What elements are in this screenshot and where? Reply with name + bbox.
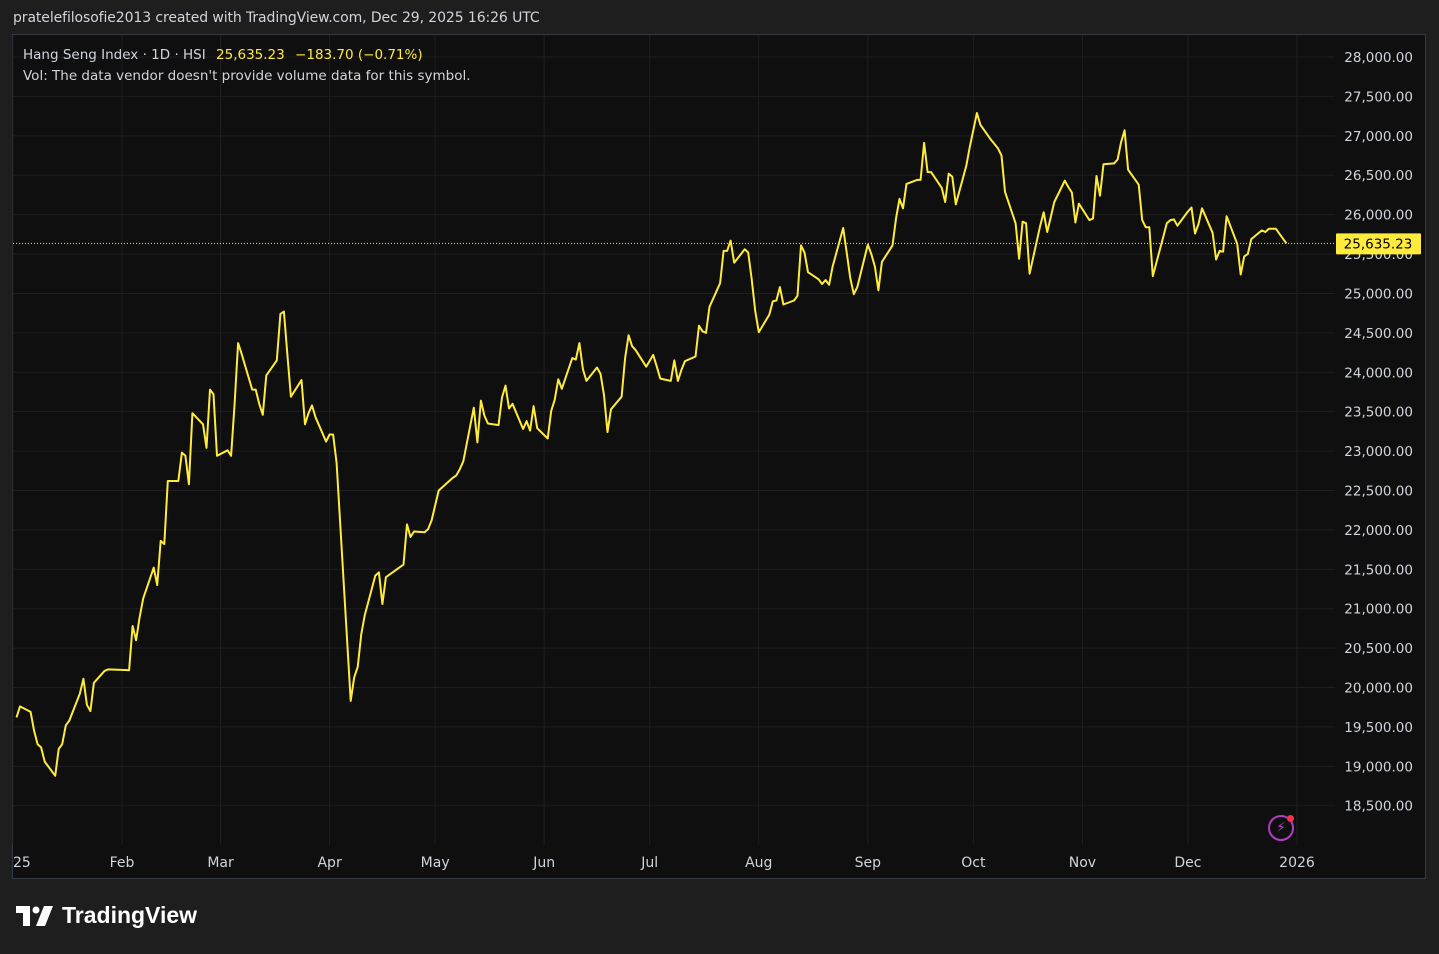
y-tick-label: 20,500.00: [1344, 641, 1413, 657]
notification-dot: [1287, 815, 1294, 822]
chart-legend: Hang Seng Index · 1D · HSI 25,635.23 −18…: [23, 45, 471, 87]
y-tick-label: 27,000.00: [1344, 129, 1413, 145]
y-tick-label: 24,000.00: [1344, 365, 1413, 381]
x-tick-label: Jul: [640, 855, 658, 871]
legend-volume-note: Vol: The data vendor doesn't provide vol…: [23, 68, 471, 84]
legend-symbol: Hang Seng Index · 1D · HSI: [23, 47, 206, 63]
y-tick-label: 22,000.00: [1344, 523, 1413, 539]
time-axis: 25 Feb Mar Apr May Jun Jul Aug Sep Oct Nov Dec 2026: [13, 855, 1315, 871]
plot-background: [13, 35, 1425, 845]
y-tick-label: 19,000.00: [1344, 759, 1413, 775]
y-tick-label: 21,500.00: [1344, 562, 1413, 578]
x-tick-label: Aug: [745, 855, 772, 871]
y-tick-label: 24,500.00: [1344, 326, 1413, 342]
y-tick-label: 27,500.00: [1344, 89, 1413, 105]
x-tick-label: Nov: [1069, 855, 1096, 871]
y-tick-label: 20,000.00: [1344, 681, 1413, 697]
y-tick-label: 19,500.00: [1344, 720, 1413, 736]
x-tick-label: Jun: [532, 855, 555, 871]
x-tick-label: 25: [13, 855, 31, 871]
y-tick-label: 22,500.00: [1344, 483, 1413, 499]
x-tick-label: Apr: [317, 855, 341, 871]
price-chart[interactable]: 28,000.00 27,500.00 27,000.00 26,500.00 26,0…: [0, 0, 1439, 954]
legend-last-price: 25,635.23: [216, 47, 285, 63]
x-tick-label: Oct: [961, 855, 986, 871]
tradingview-brand: TradingView: [16, 902, 197, 929]
y-tick-label: 23,500.00: [1344, 405, 1413, 421]
x-tick-label: Mar: [207, 855, 234, 871]
y-tick-label: 25,000.00: [1344, 286, 1413, 302]
y-tick-label: 21,000.00: [1344, 602, 1413, 618]
y-tick-label: 28,000.00: [1344, 50, 1413, 66]
last-price-badge-text: 25,635.23: [1344, 236, 1413, 252]
legend-change: −183.70 (−0.71%): [295, 47, 423, 63]
chart-grid: [12, 35, 1425, 845]
y-tick-label: 23,000.00: [1344, 444, 1413, 460]
y-tick-label: 26,000.00: [1344, 208, 1413, 224]
y-tick-label: 18,500.00: [1344, 799, 1413, 815]
x-tick-label: Sep: [855, 855, 882, 871]
brand-name: TradingView: [62, 902, 198, 928]
x-tick-label: Dec: [1174, 855, 1201, 871]
tradingview-logo-icon: [16, 905, 53, 926]
x-tick-label: May: [421, 855, 450, 871]
y-tick-label: 26,500.00: [1344, 168, 1413, 184]
x-tick-label: Feb: [110, 855, 135, 871]
x-tick-label: 2026: [1279, 855, 1315, 871]
